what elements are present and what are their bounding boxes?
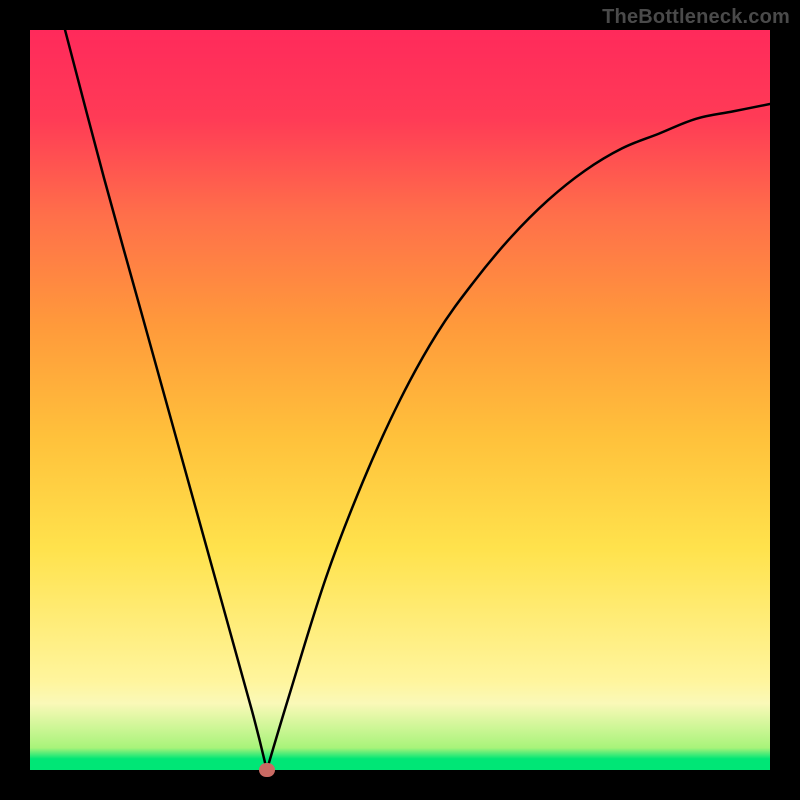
- plot-area: [30, 30, 770, 770]
- watermark-text: TheBottleneck.com: [602, 6, 790, 29]
- chart-frame: TheBottleneck.com: [0, 0, 800, 800]
- optimal-point-marker: [259, 763, 275, 777]
- bottleneck-curve: [30, 30, 770, 770]
